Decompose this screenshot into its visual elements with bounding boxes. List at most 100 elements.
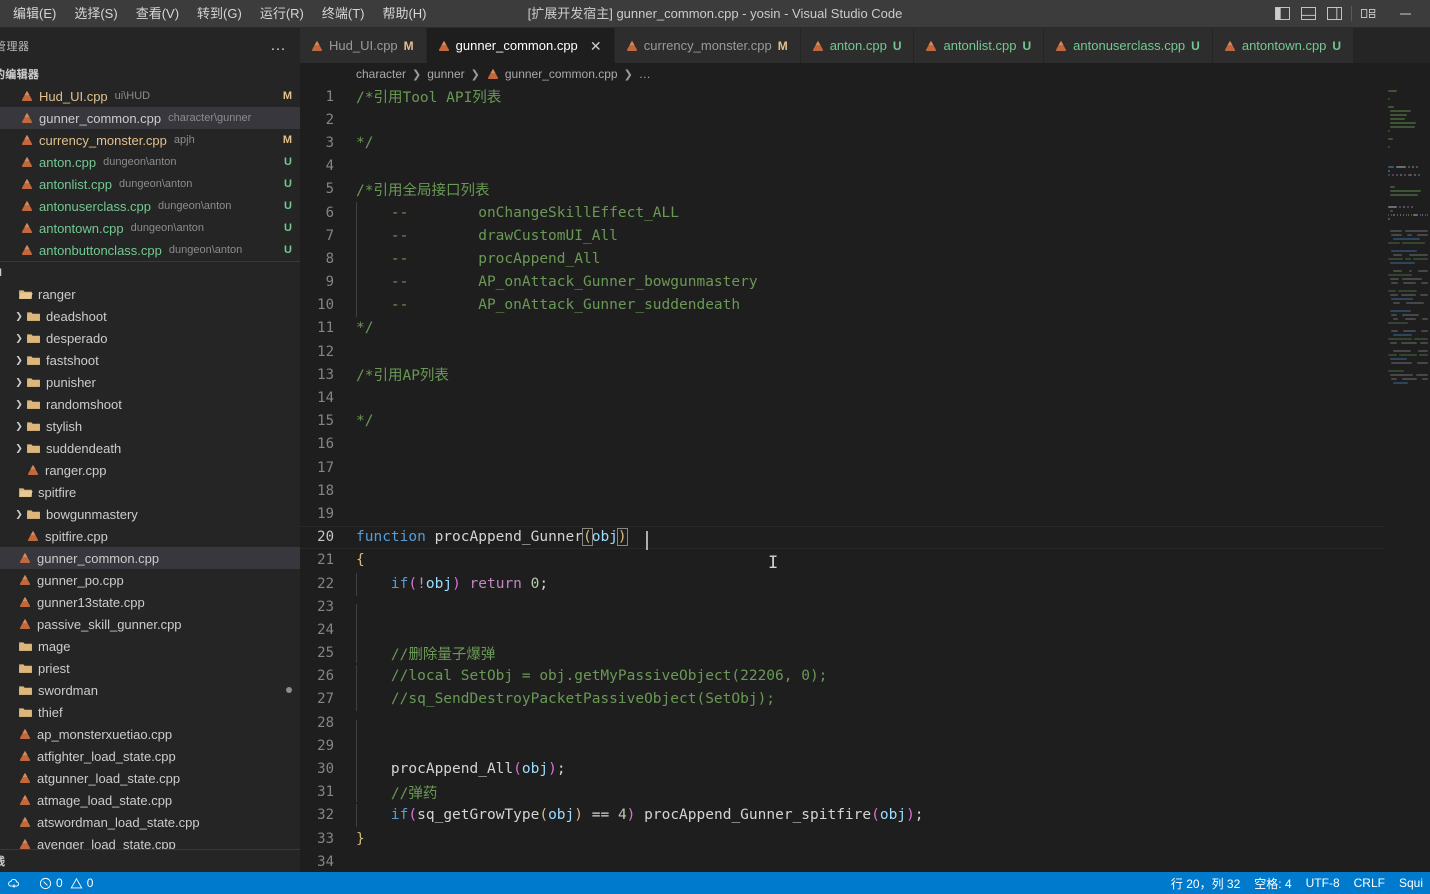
code-line[interactable]: 2 [300, 108, 1385, 131]
toggle-secondary-sidebar-icon[interactable] [1321, 0, 1347, 28]
code-line[interactable]: 33} [300, 827, 1385, 850]
minimize-button[interactable] [1382, 0, 1428, 28]
open-editor-item[interactable]: anton.cpp dungeon\anton U [0, 151, 300, 173]
breadcrumb-item[interactable]: … [639, 67, 651, 81]
open-editor-item[interactable]: antonbuttonclass.cpp dungeon\anton U [0, 239, 300, 261]
chevron-right-icon[interactable]: ❯ [12, 333, 26, 344]
code-line[interactable]: 12 [300, 340, 1385, 363]
menu-help[interactable]: 帮助(H) [373, 3, 435, 25]
editor-language[interactable]: Squi [1392, 872, 1430, 894]
project-section-header[interactable]: N [0, 261, 300, 283]
tree-folder-item[interactable]: ⌄spitfire [0, 481, 300, 503]
code-line[interactable]: 17 [300, 456, 1385, 479]
code-line[interactable]: 27 //sq_SendDestroyPacketPassiveObject(S… [300, 688, 1385, 712]
open-editor-item[interactable]: Hud_UI.cpp ui\HUD M [0, 85, 300, 107]
tree-folder-item[interactable]: ⌄ranger [0, 283, 300, 305]
breadcrumb-item[interactable]: character [356, 67, 406, 81]
editor-eol[interactable]: CRLF [1347, 872, 1392, 894]
menu-run[interactable]: 运行(R) [251, 3, 313, 25]
code-line[interactable]: 4 [300, 155, 1385, 178]
editor-tab[interactable]: gunner_common.cpp ✕ [426, 28, 615, 63]
code-line[interactable]: 1 /*引用Tool API列表 [300, 85, 1385, 108]
menu-goto[interactable]: 转到(G) [188, 3, 251, 25]
tree-file-item[interactable]: ❯gunner_common.cpp [0, 547, 300, 569]
tree-folder-item[interactable]: ❯ stylish [0, 415, 300, 437]
code-line[interactable]: 30 procAppend_All(obj); [300, 757, 1385, 782]
code-line[interactable]: 9 -- AP_onAttack_Gunner_bowgunmastery [300, 271, 1385, 295]
code-lines-container[interactable]: 1/*引用Tool API列表 2 3 */4 5/*引用全局接口列表 6 -- onCh… [300, 85, 1385, 872]
code-line[interactable]: 21 { [300, 549, 1385, 572]
open-editor-item[interactable]: antontown.cpp dungeon\anton U [0, 217, 300, 239]
code-line[interactable]: 13 /*引用AP列表 [300, 363, 1385, 386]
code-line[interactable]: 29 [300, 734, 1385, 766]
tree-file-item[interactable]: ❯atmage_load_state.cpp [0, 789, 300, 811]
chevron-right-icon[interactable]: ❯ [12, 311, 26, 322]
editor-indentation[interactable]: 空格: 4 [1247, 872, 1298, 894]
editor-encoding[interactable]: UTF-8 [1299, 872, 1347, 894]
status-remote-indicator[interactable] [0, 872, 32, 894]
tree-file-item[interactable]: ❯gunner_po.cpp [0, 569, 300, 591]
code-line[interactable]: 5 /*引用全局接口列表 [300, 178, 1385, 201]
menu-edit[interactable]: 编辑(E) [4, 3, 65, 25]
tree-file-item[interactable]: ❯ap_monsterxuetiao.cpp [0, 723, 300, 745]
menu-view[interactable]: 查看(V) [127, 3, 188, 25]
code-line[interactable]: 16 [300, 433, 1385, 456]
tree-folder-item[interactable]: ❯ suddendeath [0, 437, 300, 459]
code-line[interactable]: 19 [300, 502, 1385, 525]
open-editors-section-header[interactable]: 的编辑器 [0, 63, 300, 85]
code-line[interactable]: 7 -- drawCustomUI_All [300, 224, 1385, 248]
code-line[interactable]: 3 */ [300, 131, 1385, 154]
tree-folder-item[interactable]: ❯ fastshoot [0, 349, 300, 371]
code-line[interactable]: 25 //删除量子爆弹 [300, 639, 1385, 665]
code-line[interactable]: 31 //弹药 [300, 778, 1385, 804]
open-editor-item[interactable]: currency_monster.cpp apjh M [0, 129, 300, 151]
editor-tab[interactable]: anton.cpp U [800, 28, 915, 63]
code-line[interactable]: 23 [300, 595, 1385, 627]
breadcrumb-item[interactable]: gunner_common.cpp [505, 67, 618, 81]
tree-folder-item[interactable]: ❯ randomshoot [0, 393, 300, 415]
code-line[interactable]: 22 if(!obj) return 0; [300, 572, 1385, 596]
minimap[interactable] [1385, 85, 1430, 872]
tree-folder-item[interactable]: ❯thief [0, 701, 300, 723]
editor-tab[interactable]: currency_monster.cpp M [614, 28, 801, 63]
open-editor-item[interactable]: antonlist.cpp dungeon\anton U [0, 173, 300, 195]
code-line[interactable]: 10 -- AP_onAttack_Gunner_suddendeath [300, 294, 1385, 318]
editor-tab[interactable]: antonuserclass.cpp U [1044, 28, 1213, 63]
chevron-right-icon[interactable]: ❯ [12, 509, 26, 520]
chevron-right-icon[interactable]: ❯ [12, 399, 26, 410]
close-icon[interactable]: ✕ [588, 39, 604, 53]
tree-file-item[interactable]: ❯atswordman_load_state.cpp [0, 811, 300, 833]
code-line[interactable]: 24 [300, 618, 1385, 650]
tree-folder-item[interactable]: ❯ deadshoot [0, 305, 300, 327]
chevron-right-icon[interactable]: ❯ [12, 443, 26, 454]
code-line[interactable]: 14 [300, 386, 1385, 409]
code-line[interactable]: 6 -- onChangeSkillEffect_ALL [300, 201, 1385, 225]
code-line[interactable]: 34 [300, 850, 1385, 872]
tree-folder-item[interactable]: ❯priest [0, 657, 300, 679]
code-line[interactable]: 15 */ [300, 410, 1385, 433]
sidebar-more-actions-icon[interactable]: … [270, 37, 300, 53]
menu-terminal[interactable]: 终端(T) [313, 3, 374, 25]
code-line[interactable]: 8 -- procAppend_All [300, 247, 1385, 271]
tree-file-item[interactable]: ❯atfighter_load_state.cpp [0, 745, 300, 767]
timeline-section-header[interactable]: 线 [0, 850, 300, 872]
editor-tab[interactable]: antontown.cpp U [1212, 28, 1355, 63]
tree-file-item[interactable]: ❯atgunner_load_state.cpp [0, 767, 300, 789]
code-line[interactable]: 28 [300, 711, 1385, 743]
editor-position[interactable]: 行 20，列 32 [1164, 872, 1247, 894]
editor-tab[interactable]: antonlist.cpp U [914, 28, 1045, 63]
tree-folder-item[interactable]: ❯mage [0, 635, 300, 657]
open-editor-item[interactable]: antonuserclass.cpp dungeon\anton U [0, 195, 300, 217]
tree-file-item[interactable]: ❯spitfire.cpp [0, 525, 300, 547]
tree-file-item[interactable]: ❯avenger_load_state.cpp [0, 833, 300, 849]
chevron-right-icon[interactable]: ❯ [12, 421, 26, 432]
breadcrumb-item[interactable]: gunner [427, 67, 464, 81]
chevron-right-icon[interactable]: ❯ [12, 355, 26, 366]
code-line[interactable]: 20 function procAppend_Gunner(obj) [300, 525, 1385, 551]
chevron-right-icon[interactable]: ❯ [12, 377, 26, 388]
tree-file-item[interactable]: ❯gunner13state.cpp [0, 591, 300, 613]
status-problems[interactable]: 0 0 [32, 872, 100, 894]
menu-select[interactable]: 选择(S) [65, 3, 126, 25]
editor-tab[interactable]: Hud_UI.cpp M [300, 28, 427, 63]
tree-file-item[interactable]: ❯ranger.cpp [0, 459, 300, 481]
